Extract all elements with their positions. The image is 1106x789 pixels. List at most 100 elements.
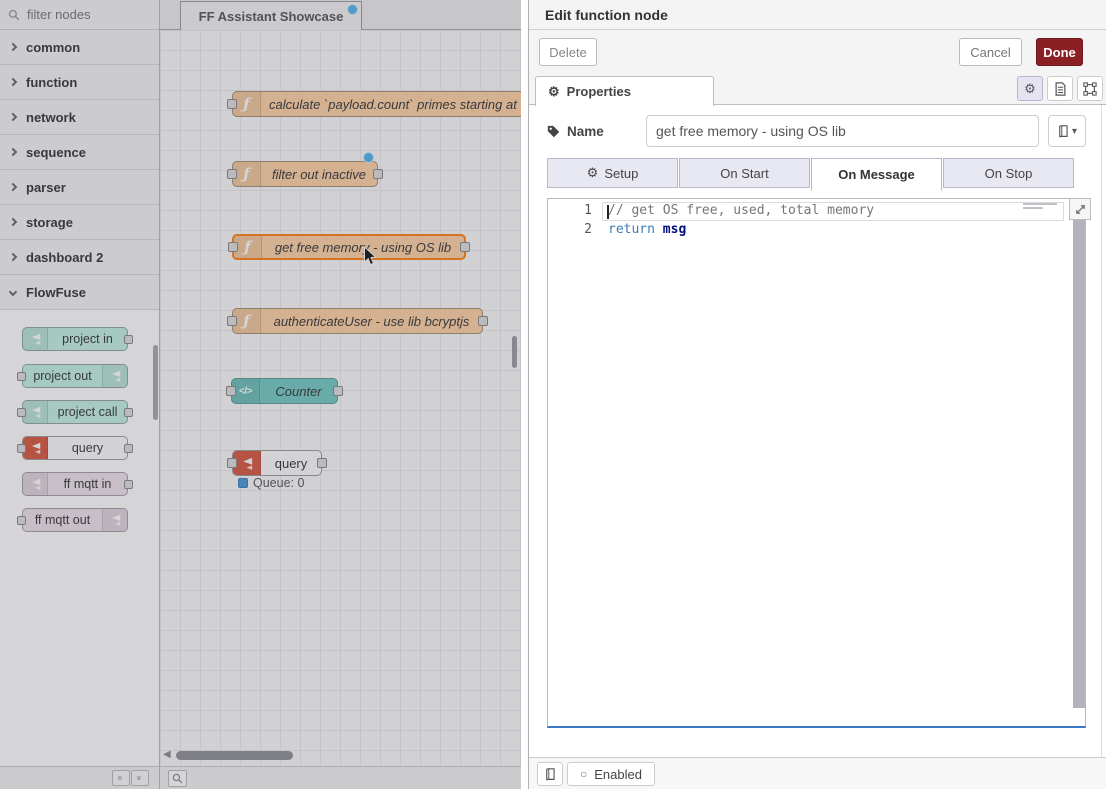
palette-category-network[interactable]: network <box>0 100 159 135</box>
node-label: Counter <box>260 384 337 399</box>
zoom-search-button[interactable] <box>168 770 187 787</box>
properties-view-button[interactable]: ⚙ <box>1017 76 1043 101</box>
node-library-button[interactable] <box>537 762 563 786</box>
expand-editor-button[interactable] <box>1069 198 1091 220</box>
category-label: function <box>26 75 77 90</box>
palette-category-sequence[interactable]: sequence <box>0 135 159 170</box>
cancel-button[interactable]: Cancel <box>959 38 1022 66</box>
tab-label: FF Assistant Showcase <box>199 9 344 24</box>
palette-node-ff-mqtt-in[interactable]: ff mqtt in <box>22 472 128 496</box>
output-port[interactable] <box>460 242 470 252</box>
output-port[interactable] <box>317 458 327 468</box>
tab-on-start[interactable]: On Start <box>679 158 810 188</box>
input-port[interactable] <box>227 458 237 468</box>
chevron-right-icon <box>9 183 17 191</box>
expand-all-categories-button[interactable]: » <box>131 770 149 786</box>
collapse-all-categories-button[interactable]: « <box>112 770 130 786</box>
code-line: return msg <box>608 222 686 237</box>
workspace-vertical-scrollbar[interactable] <box>512 336 517 368</box>
input-port[interactable] <box>226 386 236 396</box>
gear-icon: ⚙ <box>587 165 599 181</box>
palette-category-function[interactable]: function <box>0 65 159 100</box>
panel-separator[interactable] <box>521 0 528 789</box>
input-port <box>17 372 26 381</box>
editor-scrollbar[interactable] <box>1073 220 1085 708</box>
palette-filter-input[interactable] <box>25 6 145 23</box>
tab-label: On Start <box>720 166 768 181</box>
gear-icon: ⚙ <box>1024 81 1036 97</box>
tab-ff-assistant-showcase[interactable]: FF Assistant Showcase <box>180 1 362 30</box>
palette-node-label: ff mqtt out <box>23 513 102 527</box>
output-port[interactable] <box>333 386 343 396</box>
description-view-button[interactable] <box>1047 76 1073 101</box>
flowfuse-logo-icon <box>23 473 48 495</box>
tab-properties[interactable]: ⚙ Properties <box>535 76 714 106</box>
palette-category-flowfuse[interactable]: FlowFuse <box>0 275 159 310</box>
flowfuse-logo-icon <box>23 437 48 459</box>
palette-node-project-in[interactable]: project in <box>22 327 128 351</box>
scroll-left-arrow[interactable]: ◀ <box>163 749 171 760</box>
palette-node-query[interactable]: query <box>22 436 128 460</box>
node-label: query <box>261 456 321 471</box>
tab-on-stop[interactable]: On Stop <box>943 158 1074 188</box>
input-port[interactable] <box>227 169 237 179</box>
enabled-toggle-button[interactable]: ○ Enabled <box>567 762 655 786</box>
palette-node-label: project in <box>48 332 127 346</box>
node-status: Queue: 0 <box>238 476 304 490</box>
input-port[interactable] <box>227 99 237 109</box>
node-label: authenticateUser - use lib bcryptjs <box>261 314 482 329</box>
dialog-toolbar: Delete Cancel Done <box>529 30 1106 72</box>
flow-node-calculate-primes[interactable]: ƒ calculate `payload.count` primes start… <box>232 91 521 117</box>
palette-node-ff-mqtt-out[interactable]: ff mqtt out <box>22 508 128 532</box>
delete-button[interactable]: Delete <box>539 38 597 66</box>
palette-category-parser[interactable]: parser <box>0 170 159 205</box>
dialog-title: Edit function node <box>545 7 668 23</box>
palette-node-label: project call <box>48 405 127 419</box>
tab-on-message[interactable]: On Message <box>811 158 942 191</box>
tab-setup[interactable]: ⚙ Setup <box>547 158 678 188</box>
output-port[interactable] <box>373 169 383 179</box>
flow-node-counter[interactable]: </> Counter <box>231 378 338 404</box>
tag-icon <box>547 125 560 138</box>
palette-scrollbar[interactable] <box>153 345 158 420</box>
output-port <box>124 444 133 453</box>
dialog-footer: ○ Enabled <box>529 757 1106 789</box>
mouse-cursor <box>363 246 377 267</box>
name-input[interactable] <box>646 115 1039 147</box>
node-palette: common function network sequence parser … <box>0 0 160 789</box>
function-icon: ƒ <box>233 162 261 186</box>
flow-node-query[interactable]: query <box>232 450 322 476</box>
palette-search[interactable] <box>0 0 159 30</box>
code-editor[interactable]: 1 2 // get OS free, used, total memory r… <box>547 198 1086 728</box>
cancel-label: Cancel <box>970 45 1010 60</box>
output-port <box>124 335 133 344</box>
chevron-right-icon <box>9 148 17 156</box>
flow-node-filter-out-inactive[interactable]: ƒ filter out inactive <box>232 161 378 187</box>
palette-category-common[interactable]: common <box>0 30 159 65</box>
input-port[interactable] <box>228 242 238 252</box>
done-button[interactable]: Done <box>1036 38 1083 66</box>
palette-node-label: ff mqtt in <box>48 477 127 491</box>
magnifier-icon <box>172 773 183 784</box>
palette-category-dashboard2[interactable]: dashboard 2 <box>0 240 159 275</box>
gear-icon: ⚙ <box>548 84 560 100</box>
flow-node-get-free-memory[interactable]: ƒ get free memory - using OS lib <box>232 234 466 260</box>
input-port <box>17 408 26 417</box>
palette-node-project-call[interactable]: project call <box>22 400 128 424</box>
flow-node-authenticate-user[interactable]: ƒ authenticateUser - use lib bcryptjs <box>232 308 483 334</box>
search-icon <box>8 9 20 21</box>
editor-minimap <box>1023 203 1057 211</box>
palette-node-project-out[interactable]: project out <box>22 364 128 388</box>
workspace-horizontal-scrollbar[interactable] <box>176 751 293 760</box>
flow-canvas[interactable]: ƒ calculate `payload.count` primes start… <box>160 30 521 766</box>
function-tabs: ⚙ Setup On Start On Message On Stop <box>547 158 1075 191</box>
input-port[interactable] <box>227 316 237 326</box>
workspace-footer <box>160 766 521 789</box>
library-button[interactable]: ▾ <box>1048 115 1086 147</box>
function-icon: ƒ <box>233 309 261 333</box>
appearance-view-button[interactable] <box>1077 76 1103 101</box>
category-label: FlowFuse <box>26 285 86 300</box>
node-red-editor: common function network sequence parser … <box>0 0 1106 789</box>
output-port[interactable] <box>478 316 488 326</box>
palette-category-storage[interactable]: storage <box>0 205 159 240</box>
